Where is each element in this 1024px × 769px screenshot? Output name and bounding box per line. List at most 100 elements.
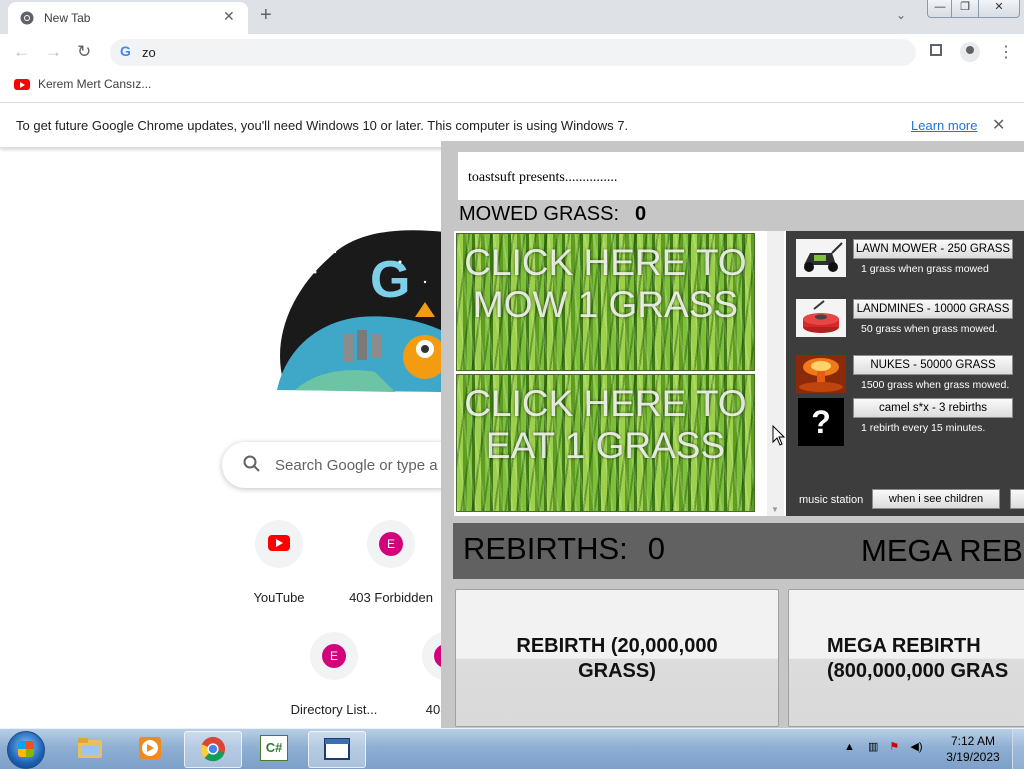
clock-date: 3/19/2023: [946, 750, 1000, 764]
shortcut-directory-list[interactable]: E Directory List...: [279, 632, 389, 717]
music-next-button[interactable]: [1010, 489, 1024, 509]
rebirths-value: 0: [647, 531, 666, 566]
nukes-desc: 1500 grass when grass mowed.: [861, 379, 1010, 391]
mow-grass-label: CLICK HERE TO MOW 1 GRASS: [464, 242, 747, 325]
mow-grass-button[interactable]: CLICK HERE TO MOW 1 GRASS: [456, 233, 755, 371]
rebirth-status-bar: REBIRTHS: 0 MEGA REB: [453, 523, 1024, 579]
windows-taskbar: C# ▲ ▥ ⚑ ◀) 7:12 AM 3/19/2023: [0, 728, 1024, 769]
taskbar-media-player[interactable]: [122, 731, 178, 766]
media-player-icon: [139, 737, 161, 759]
csharp-icon: C#: [260, 735, 288, 761]
folder-icon: [78, 738, 102, 758]
landmine-icon: [796, 299, 846, 337]
reload-icon[interactable]: ↻: [77, 42, 91, 62]
network-icon[interactable]: ▥: [868, 741, 878, 753]
buy-mystery-button[interactable]: camel s*x - 3 rebirths: [853, 398, 1013, 418]
taskbar-explorer[interactable]: [62, 731, 118, 766]
search-icon: [243, 455, 260, 472]
mowed-label: MOWED GRASS:: [459, 203, 620, 225]
tab-strip: New Tab ✕ + ⌄ — ❐ ✕: [0, 0, 1024, 34]
google-search-box[interactable]: Search Google or type a URL: [222, 442, 472, 488]
system-tray: ▲ ▥ ⚑ ◀): [844, 740, 922, 753]
tray-expand-icon[interactable]: ▲: [844, 741, 855, 753]
action-center-icon[interactable]: ⚑: [889, 741, 899, 753]
mega-rebirths-label: MEGA REB: [861, 533, 1023, 568]
music-station-label: music station: [799, 494, 864, 506]
learn-more-link[interactable]: Learn more: [911, 118, 977, 133]
site-letter-icon: E: [322, 644, 346, 668]
minimize-button[interactable]: —: [927, 0, 953, 18]
rebirths-label: REBIRTHS:: [463, 531, 628, 566]
menu-kebab-icon[interactable]: ⋮: [998, 42, 1014, 62]
profile-avatar-icon[interactable]: [960, 42, 980, 62]
nuke-icon: [796, 355, 846, 393]
bookmarks-bar: Kerem Mert Cansız...: [0, 70, 1024, 103]
tab-title: New Tab: [44, 11, 91, 25]
youtube-icon: [14, 79, 30, 91]
mouse-cursor-icon: [772, 425, 786, 446]
chrome-icon: [200, 736, 226, 762]
clock-time: 7:12 AM: [950, 734, 996, 748]
mega-rebirth-button[interactable]: MEGA REBIRTH (800,000,000 GRAS: [788, 589, 1024, 727]
buy-landmines-button[interactable]: LANDMINES - 10000 GRASS: [853, 299, 1013, 319]
lawn-mower-icon: [796, 239, 846, 277]
rebirth-button-label: REBIRTH (20,000,000 GRASS): [516, 635, 718, 682]
side-panel-icon[interactable]: [930, 44, 942, 56]
volume-icon[interactable]: ◀): [910, 741, 922, 753]
chrome-favicon-icon: [20, 11, 34, 25]
tab-search-icon[interactable]: ⌄: [896, 8, 906, 22]
site-letter-icon: E: [379, 532, 403, 556]
mowed-value: 0: [635, 203, 647, 225]
shortcut-circle: E: [367, 520, 415, 568]
start-button[interactable]: [7, 731, 45, 769]
rebirths-counter: REBIRTHS: 0: [463, 531, 665, 567]
bookmark-item[interactable]: Kerem Mert Cansız...: [14, 77, 151, 91]
restore-button[interactable]: ❐: [951, 0, 979, 18]
window-close-button[interactable]: ✕: [978, 0, 1020, 18]
svg-text:G: G: [370, 251, 410, 309]
taskbar-clock[interactable]: 7:12 AM 3/19/2023: [940, 733, 1006, 765]
youtube-icon: [268, 535, 290, 551]
shortcut-circle: [255, 520, 303, 568]
presents-text: toastsuft presents...............: [468, 170, 618, 185]
window-icon: [324, 738, 350, 760]
new-tab-button[interactable]: +: [260, 4, 272, 27]
infobar-message: To get future Google Chrome updates, you…: [16, 118, 629, 133]
rebirth-button[interactable]: REBIRTH (20,000,000 GRASS): [455, 589, 779, 727]
show-desktop-button[interactable]: [1012, 729, 1024, 769]
shortcut-403-forbidden[interactable]: E 403 Forbidden: [336, 520, 446, 605]
browser-toolbar: ← → ↻ G zo ⋮: [0, 34, 1024, 70]
shortcut-label: YouTube: [253, 590, 305, 605]
scroll-down-arrow-icon[interactable]: ▼: [771, 505, 779, 514]
shortcut-label: Directory List...: [290, 702, 378, 717]
upgrade-shop: LAWN MOWER - 250 GRASS 1 grass when gras…: [786, 231, 1024, 516]
bookmark-label: Kerem Mert Cansız...: [38, 77, 152, 91]
eat-grass-button[interactable]: CLICK HERE TO EAT 1 GRASS: [456, 374, 755, 512]
address-input[interactable]: zo: [142, 45, 156, 60]
buy-lawn-mower-button[interactable]: LAWN MOWER - 250 GRASS: [853, 239, 1013, 259]
forward-arrow-icon[interactable]: →: [45, 42, 62, 62]
shortcut-youtube[interactable]: YouTube: [224, 520, 334, 605]
eat-grass-label: CLICK HERE TO EAT 1 GRASS: [464, 383, 747, 466]
music-track-button[interactable]: when i see children: [872, 489, 1000, 509]
panel-scrollbar[interactable]: ▼: [767, 231, 784, 516]
infobar-close-icon[interactable]: ✕: [992, 115, 1005, 135]
mega-rebirth-button-label: MEGA REBIRTH (800,000,000 GRAS: [827, 635, 1009, 682]
taskbar-csharp-app[interactable]: C#: [246, 731, 302, 766]
address-bar[interactable]: G zo: [110, 39, 916, 66]
grass-panel: CLICK HERE TO MOW 1 GRASS CLICK HERE TO …: [454, 231, 790, 516]
presents-banner: toastsuft presents...............: [458, 152, 1024, 200]
back-arrow-icon[interactable]: ←: [13, 42, 30, 62]
mowed-grass-counter: MOWED GRASS: 0: [459, 203, 646, 226]
buy-nukes-button[interactable]: NUKES - 50000 GRASS: [853, 355, 1013, 375]
shortcut-circle: E: [310, 632, 358, 680]
tab-new-tab[interactable]: New Tab ✕: [8, 2, 248, 34]
shortcut-label: 403 Forbidden: [349, 590, 433, 605]
taskbar-game-window[interactable]: [308, 731, 366, 768]
grass-game-window: toastsuft presents............... MOWED …: [441, 141, 1024, 729]
google-doodle[interactable]: G: [275, 222, 445, 392]
taskbar-chrome[interactable]: [184, 731, 242, 768]
landmines-desc: 50 grass when grass mowed.: [861, 323, 998, 335]
tab-close-icon[interactable]: ✕: [223, 8, 235, 25]
google-g-icon: G: [120, 43, 131, 59]
